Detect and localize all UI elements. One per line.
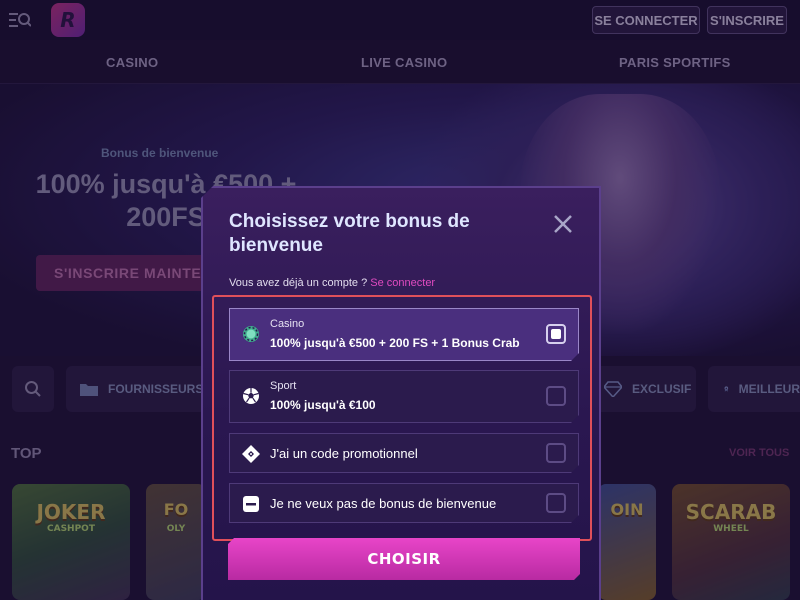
account-question: Vous avez déjà un compte ? — [229, 277, 368, 289]
modal-title: Choisissez votre bonus de bienvenue — [229, 211, 470, 256]
option-radio[interactable] — [546, 324, 566, 344]
soccer-ball-icon — [242, 387, 260, 405]
option-sport-bonus[interactable]: Sport 100% jusqu'à €100 — [229, 370, 579, 423]
option-radio[interactable] — [546, 443, 566, 463]
option-label: J'ai un code promotionnel — [270, 446, 418, 461]
option-value: 100% jusqu'à €100 — [270, 398, 376, 412]
option-casino-bonus[interactable]: Casino 100% jusqu'à €500 + 200 FS + 1 Bo… — [229, 308, 579, 361]
account-prompt: Vous avez déjà un compte ? Se connecter — [229, 277, 435, 289]
promo-ticket-icon — [242, 445, 260, 463]
option-no-bonus[interactable]: Je ne veux pas de bonus de bienvenue — [229, 483, 579, 523]
bonus-options-group: Casino 100% jusqu'à €500 + 200 FS + 1 Bo… — [212, 295, 592, 541]
option-radio[interactable] — [546, 493, 566, 513]
close-icon[interactable] — [551, 212, 575, 236]
option-label: Casino — [270, 318, 305, 330]
welcome-bonus-modal: Choisissez votre bonus de bienvenue Vous… — [201, 186, 601, 600]
option-value: 100% jusqu'à €500 + 200 FS + 1 Bonus Cra… — [270, 336, 520, 350]
modal-login-link[interactable]: Se connecter — [370, 277, 435, 289]
option-label: Je ne veux pas de bonus de bienvenue — [270, 496, 497, 511]
option-label: Sport — [270, 380, 297, 392]
no-bonus-icon — [242, 495, 260, 513]
option-promo-code[interactable]: J'ai un code promotionnel — [229, 433, 579, 473]
choose-button[interactable]: CHOISIR — [228, 538, 580, 580]
option-radio[interactable] — [546, 386, 566, 406]
casino-chip-icon — [242, 325, 260, 343]
